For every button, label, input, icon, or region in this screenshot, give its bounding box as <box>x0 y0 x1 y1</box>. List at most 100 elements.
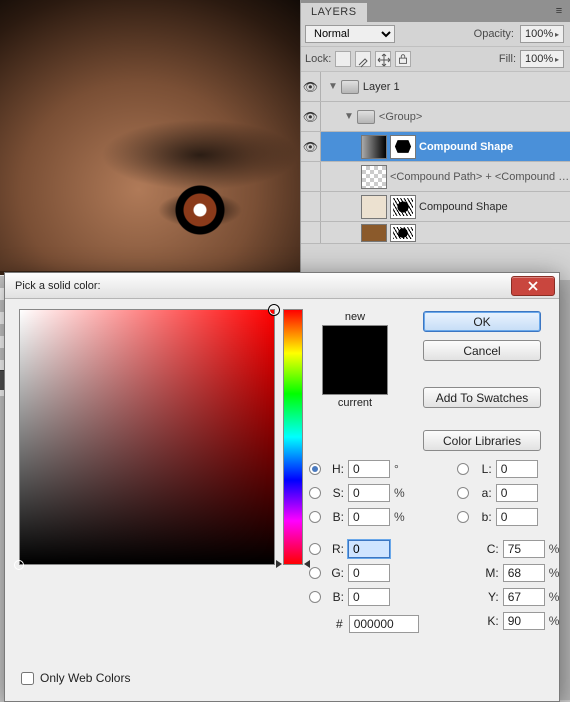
only-web-colors-checkbox[interactable]: Only Web Colors <box>21 671 130 685</box>
visibility-icon[interactable]: 👁 <box>301 102 321 131</box>
input-m[interactable]: 68 <box>503 564 545 582</box>
folder-icon <box>357 110 375 124</box>
disclosure-icon[interactable]: ▼ <box>344 111 354 122</box>
layer-thumbnail[interactable] <box>361 135 387 159</box>
opacity-input[interactable]: 100%▸ <box>520 25 564 43</box>
label-l: L: <box>476 462 492 476</box>
unit-s: % <box>394 486 408 500</box>
layers-tabbar: LAYERS ≡ <box>301 0 570 22</box>
input-b3[interactable]: 0 <box>496 508 538 526</box>
panel-menu-icon[interactable]: ≡ <box>548 0 570 22</box>
layers-panel: LAYERS ≡ Normal Opacity: 100%▸ Lock: Fil… <box>300 0 570 280</box>
visibility-icon[interactable]: 👁 <box>301 72 321 101</box>
opacity-label: Opacity: <box>474 28 514 40</box>
dialog-title: Pick a solid color: <box>15 280 511 292</box>
lock-transparency-icon[interactable] <box>335 51 351 67</box>
visibility-icon[interactable] <box>301 162 321 191</box>
input-hex[interactable]: 000000 <box>349 615 419 633</box>
close-button[interactable] <box>511 276 555 296</box>
input-c[interactable]: 75 <box>503 540 545 558</box>
label-a: a: <box>476 486 492 500</box>
layer-mask-thumbnail[interactable] <box>390 135 416 159</box>
blend-opacity-row: Normal Opacity: 100%▸ <box>301 22 570 47</box>
add-to-swatches-button[interactable]: Add To Swatches <box>423 387 541 408</box>
new-label: new <box>345 311 365 323</box>
radio-g[interactable] <box>309 567 321 579</box>
input-s[interactable]: 0 <box>348 484 390 502</box>
layer-list: 👁 ▼ Layer 1 👁 ▼ <Group> 👁 Compound Shape… <box>301 72 570 244</box>
layer-thumbnail[interactable] <box>361 195 387 219</box>
visibility-icon[interactable]: 👁 <box>301 132 321 161</box>
radio-b3[interactable] <box>457 511 469 523</box>
hue-slider[interactable] <box>283 309 303 565</box>
label-m: M: <box>483 566 499 580</box>
lock-fill-row: Lock: Fill: 100%▸ <box>301 47 570 72</box>
blend-mode-select[interactable]: Normal <box>305 25 395 43</box>
color-field-marker <box>14 560 24 570</box>
input-a[interactable]: 0 <box>496 484 538 502</box>
input-h[interactable]: 0 <box>348 460 390 478</box>
radio-l[interactable] <box>457 463 469 475</box>
lock-all-icon[interactable] <box>395 51 411 67</box>
layer-row-compound-shape-selected[interactable]: 👁 Compound Shape <box>301 132 570 162</box>
layer-row-group[interactable]: 👁 ▼ <Group> <box>301 102 570 132</box>
input-k[interactable]: 90 <box>503 612 545 630</box>
layer-row-compound-shape-3[interactable] <box>301 222 570 244</box>
label-s: S: <box>328 486 344 500</box>
hue-slider-thumb[interactable] <box>276 560 282 568</box>
visibility-icon[interactable] <box>301 222 321 243</box>
layer-mask-thumbnail[interactable] <box>390 224 416 242</box>
color-field-cursor[interactable] <box>268 304 280 316</box>
only-web-colors-input[interactable] <box>21 672 34 685</box>
layer-thumbnail[interactable] <box>361 165 387 189</box>
input-l[interactable]: 0 <box>496 460 538 478</box>
radio-r[interactable] <box>309 543 321 555</box>
lock-label: Lock: <box>305 53 331 65</box>
visibility-icon[interactable] <box>301 192 321 221</box>
radio-b2[interactable] <box>309 591 321 603</box>
folder-icon <box>341 80 359 94</box>
label-h: H: <box>328 462 344 476</box>
layer-name-label[interactable]: Compound Shape <box>419 201 570 213</box>
chevron-right-icon[interactable]: ▸ <box>555 55 559 64</box>
color-values-grid: H:0° S:0% B:0% R:0 G:0 B:0 #000000 L:0 a… <box>309 457 545 633</box>
input-g[interactable]: 0 <box>348 564 390 582</box>
layer-row-compound-path[interactable]: <Compound Path> + <Compound Path> <box>301 162 570 192</box>
fill-input[interactable]: 100%▸ <box>520 50 564 68</box>
input-b2[interactable]: 0 <box>348 588 390 606</box>
radio-b[interactable] <box>309 511 321 523</box>
layer-row-compound-shape-2[interactable]: Compound Shape <box>301 192 570 222</box>
radio-h[interactable] <box>309 463 321 475</box>
layer-thumbnail[interactable] <box>361 224 387 242</box>
cancel-button[interactable]: Cancel <box>423 340 541 361</box>
label-g: G: <box>328 566 344 580</box>
radio-s[interactable] <box>309 487 321 499</box>
tab-layers[interactable]: LAYERS <box>301 3 367 22</box>
disclosure-icon[interactable]: ▼ <box>328 81 338 92</box>
layer-name-label[interactable]: <Compound Path> + <Compound Path> <box>390 171 570 183</box>
unit-y: % <box>549 590 563 604</box>
hex-label: # <box>336 617 343 631</box>
layer-name-label[interactable]: Layer 1 <box>363 81 570 93</box>
label-k: K: <box>483 614 499 628</box>
color-picker-dialog: Pick a solid color: new current OK Cance… <box>4 272 560 702</box>
color-libraries-button[interactable]: Color Libraries <box>423 430 541 451</box>
radio-a[interactable] <box>457 487 469 499</box>
ok-button[interactable]: OK <box>423 311 541 332</box>
color-field[interactable] <box>19 309 275 565</box>
input-r[interactable]: 0 <box>348 540 390 558</box>
only-web-colors-label: Only Web Colors <box>40 671 130 685</box>
chevron-right-icon[interactable]: ▸ <box>555 30 559 39</box>
dialog-titlebar[interactable]: Pick a solid color: <box>5 273 559 299</box>
color-preview <box>322 325 388 395</box>
layer-mask-thumbnail[interactable] <box>390 195 416 219</box>
label-r: R: <box>328 542 344 556</box>
layer-row-layer1[interactable]: 👁 ▼ Layer 1 <box>301 72 570 102</box>
lock-pixels-icon[interactable] <box>355 51 371 67</box>
layer-name-label[interactable]: <Group> <box>379 111 570 123</box>
input-b[interactable]: 0 <box>348 508 390 526</box>
lock-position-icon[interactable] <box>375 51 391 67</box>
input-y[interactable]: 67 <box>503 588 545 606</box>
label-c: C: <box>483 542 499 556</box>
layer-name-label[interactable]: Compound Shape <box>419 141 570 153</box>
